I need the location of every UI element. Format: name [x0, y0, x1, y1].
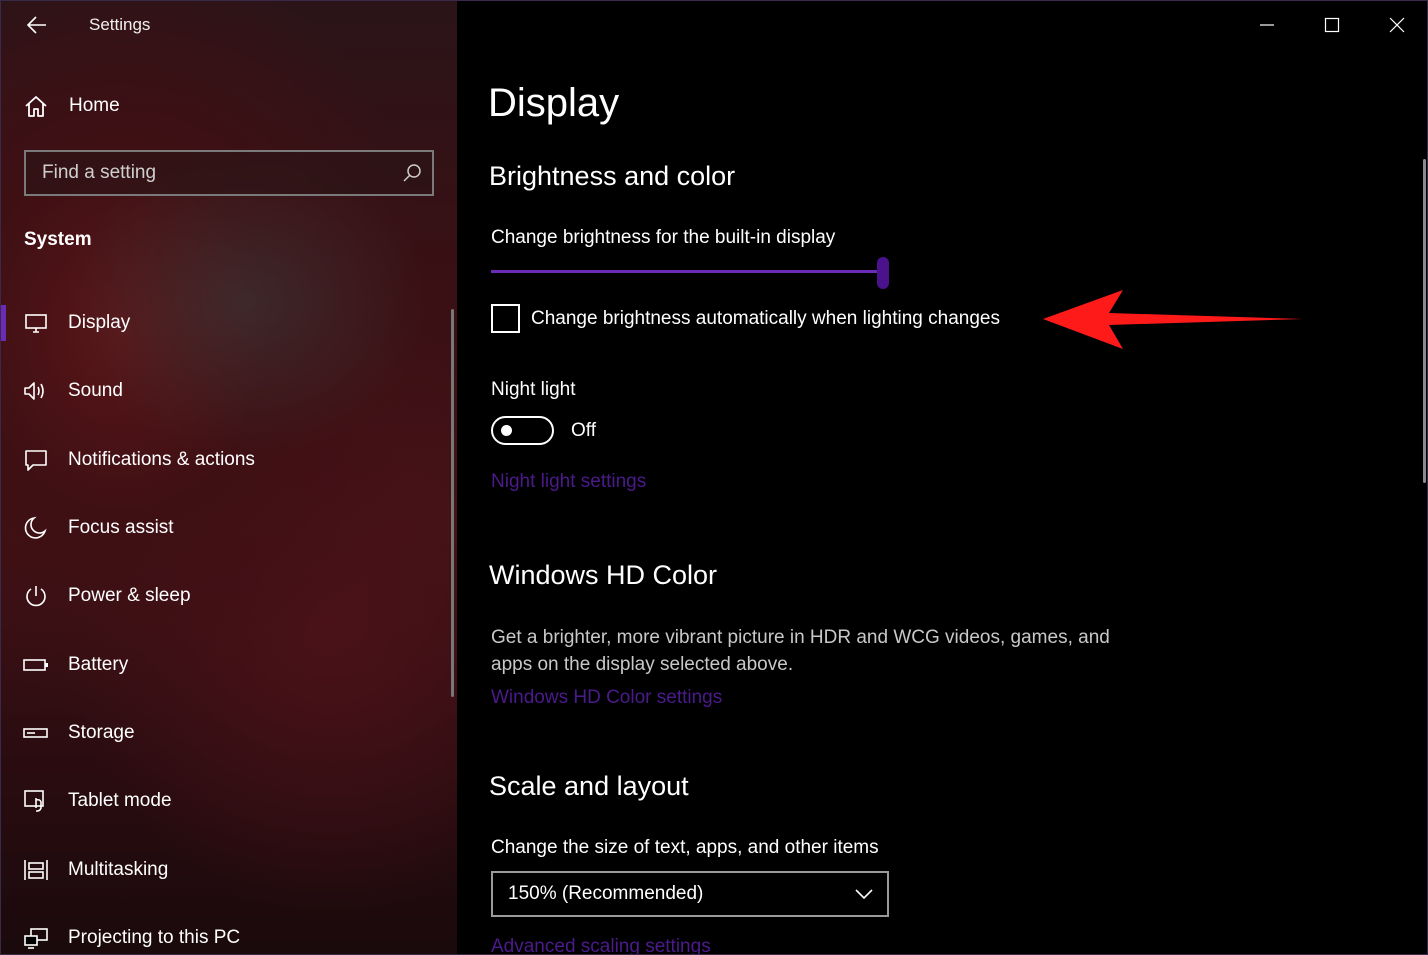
chevron-down-icon: [855, 889, 873, 899]
sidebar-item-label: Tablet mode: [68, 790, 172, 812]
hd-color-heading: Windows HD Color: [489, 560, 718, 590]
notification-icon: [23, 447, 49, 473]
page-title: Display: [488, 81, 620, 125]
advanced-scaling-link[interactable]: Advanced scaling settings: [491, 936, 711, 954]
system-nav: Display Sound Notifications & actions Fo…: [1, 289, 451, 954]
sidebar-item-battery[interactable]: Battery: [1, 630, 451, 698]
close-icon: [1389, 17, 1404, 33]
home-label: Home: [69, 95, 120, 116]
sidebar-item-label: Notifications & actions: [68, 448, 255, 470]
sidebar-item-focus-assist[interactable]: Focus assist: [1, 494, 451, 562]
speaker-icon: [23, 378, 49, 404]
minimize-button[interactable]: [1234, 1, 1299, 49]
minimize-icon: [1259, 24, 1274, 26]
sidebar: Settings Home System Display: [1, 1, 457, 954]
hd-color-description: Get a brighter, more vibrant picture in …: [491, 627, 1110, 675]
auto-brightness-checkbox[interactable]: [491, 304, 520, 333]
moon-icon: [23, 515, 49, 541]
home-nav[interactable]: Home: [23, 89, 120, 123]
sidebar-item-label: Sound: [68, 380, 123, 402]
sidebar-item-label: Power & sleep: [68, 585, 191, 607]
app-title: Settings: [89, 15, 151, 34]
storage-icon: [23, 720, 49, 746]
sidebar-item-notifications[interactable]: Notifications & actions: [1, 426, 451, 494]
sidebar-scrollbar[interactable]: [451, 309, 454, 697]
sidebar-item-label: Storage: [68, 721, 135, 743]
red-arrow-annotation: [1043, 290, 1303, 349]
night-light-state: Off: [571, 419, 596, 441]
main-content: Display Brightness and color Change brig…: [457, 1, 1427, 954]
sidebar-item-power-sleep[interactable]: Power & sleep: [1, 562, 451, 630]
sidebar-item-projecting[interactable]: Projecting to this PC: [1, 904, 451, 954]
slider-thumb[interactable]: [877, 257, 889, 289]
auto-brightness-option[interactable]: Change brightness automatically when lig…: [491, 304, 1000, 333]
sidebar-item-label: Focus assist: [68, 517, 174, 539]
maximize-icon: [1324, 17, 1339, 33]
sidebar-item-display[interactable]: Display: [1, 289, 451, 357]
battery-icon: [23, 652, 49, 678]
night-light-label: Night light: [491, 379, 576, 400]
sidebar-item-storage[interactable]: Storage: [1, 699, 451, 767]
window-controls: [1234, 1, 1427, 49]
sidebar-item-label: Projecting to this PC: [68, 926, 241, 948]
maximize-button[interactable]: [1299, 1, 1364, 49]
multitasking-icon: [23, 857, 49, 883]
section-label: System: [24, 229, 92, 250]
auto-brightness-label: Change brightness automatically when lig…: [531, 307, 1000, 329]
back-button[interactable]: [21, 11, 53, 39]
search-icon[interactable]: [392, 163, 432, 183]
sidebar-item-label: Display: [68, 312, 131, 334]
main-scrollbar[interactable]: [1423, 159, 1426, 483]
search-input[interactable]: [42, 162, 392, 184]
brightness-slider[interactable]: [491, 257, 891, 289]
home-icon: [25, 96, 47, 117]
scale-layout-heading: Scale and layout: [489, 771, 689, 801]
sidebar-item-label: Multitasking: [68, 858, 169, 880]
night-light-toggle[interactable]: [491, 416, 554, 445]
search-box[interactable]: [24, 150, 434, 196]
settings-window: Settings Home System Display: [0, 0, 1428, 955]
hd-color-settings-link[interactable]: Windows HD Color settings: [491, 687, 722, 709]
night-light-toggle-row[interactable]: Off: [491, 416, 596, 445]
projecting-icon: [23, 925, 49, 951]
close-button[interactable]: [1364, 1, 1427, 49]
slider-track: [491, 270, 883, 273]
brightness-heading: Brightness and color: [489, 161, 736, 191]
sidebar-item-sound[interactable]: Sound: [1, 357, 451, 425]
scale-dropdown[interactable]: 150% (Recommended): [491, 871, 889, 917]
brightness-slider-label: Change brightness for the built-in displ…: [491, 227, 836, 248]
text-size-label: Change the size of text, apps, and other…: [491, 837, 879, 858]
sidebar-item-label: Battery: [68, 653, 129, 675]
power-icon: [23, 583, 49, 609]
sidebar-item-tablet-mode[interactable]: Tablet mode: [1, 767, 451, 835]
tablet-mode-icon: [23, 788, 49, 814]
scale-dropdown-value: 150% (Recommended): [508, 883, 704, 904]
night-light-settings-link[interactable]: Night light settings: [491, 471, 646, 493]
sidebar-item-multitasking[interactable]: Multitasking: [1, 835, 451, 903]
monitor-icon: [23, 310, 49, 336]
back-arrow-icon: [27, 16, 46, 34]
